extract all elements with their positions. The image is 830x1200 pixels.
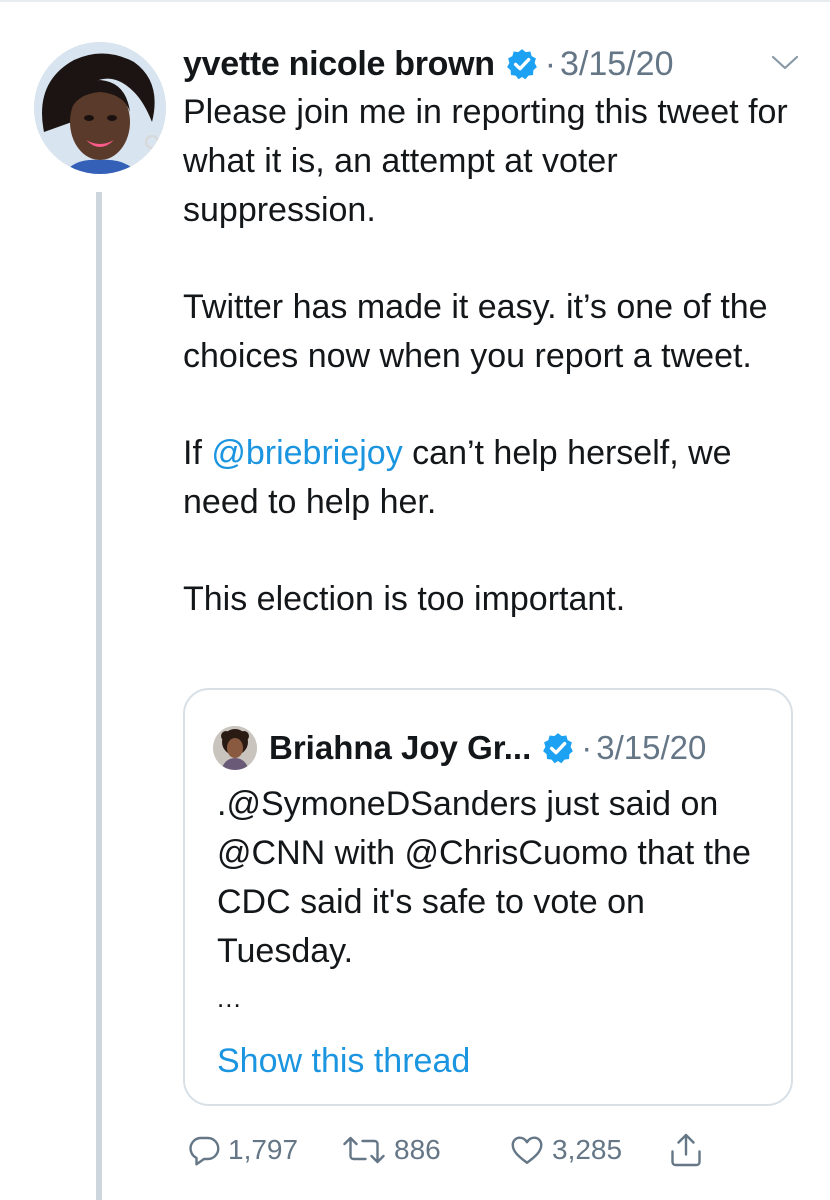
quoted-tweet-text: .@SymoneDSanders just said on @CNN with … — [217, 785, 751, 970]
tweet-paragraph: Please join me in reporting this tweet f… — [183, 93, 788, 229]
share-icon — [668, 1130, 704, 1170]
tweet-paragraph: This election is too important. — [183, 580, 626, 618]
retweet-icon — [340, 1132, 388, 1168]
tweet-date[interactable]: 3/15/20 — [560, 45, 673, 84]
like-count: 3,285 — [552, 1134, 623, 1165]
heart-icon — [508, 1132, 546, 1168]
tweet-actions: 1,797 886 3,285 — [0, 1120, 830, 1180]
quoted-tweet-ellipsis: ... — [217, 983, 242, 1013]
reply-icon — [186, 1132, 222, 1168]
mention-link[interactable]: @briebriejoy — [211, 434, 402, 472]
author-avatar[interactable] — [34, 42, 166, 174]
quoted-tweet-header: Briahna Joy Gr... · 3/15/20 — [213, 726, 706, 770]
reply-count: 1,797 — [228, 1134, 299, 1165]
share-button[interactable] — [668, 1120, 704, 1180]
verified-badge-icon — [505, 47, 539, 81]
reply-button[interactable]: 1,797 — [186, 1120, 298, 1180]
tweet-body: Please join me in reporting this tweet f… — [183, 88, 813, 624]
show-thread-link[interactable]: Show this thread — [217, 1042, 470, 1081]
quoted-tweet-date: 3/15/20 — [596, 729, 707, 766]
author-name[interactable]: yvette nicole brown — [183, 45, 495, 84]
separator-dot: · — [581, 729, 593, 766]
top-divider — [0, 0, 830, 2]
quoted-tweet[interactable]: Briahna Joy Gr... · 3/15/20 .@SymoneDSan… — [183, 688, 793, 1106]
tweet-paragraph: Twitter has made it easy. it’s one of th… — [183, 288, 768, 375]
quoted-tweet-body: .@SymoneDSanders just said on @CNN with … — [217, 780, 777, 976]
thread-line — [96, 192, 102, 1200]
chevron-down-icon[interactable] — [770, 52, 800, 74]
like-button[interactable]: 3,285 — [508, 1120, 622, 1180]
tweet-header: yvette nicole brown · 3/15/20 — [183, 40, 793, 88]
verified-badge-icon — [541, 731, 575, 765]
retweet-button[interactable]: 886 — [340, 1120, 441, 1180]
tweet-paragraph-mention: If @briebriejoy can’t help herself, we n… — [183, 429, 813, 527]
retweet-count: 886 — [394, 1134, 441, 1165]
quoted-author-name: Briahna Joy Gr... — [269, 729, 532, 766]
text-fragment: If — [183, 434, 212, 472]
quoted-author-avatar — [213, 726, 257, 770]
separator-dot: · — [544, 44, 557, 83]
